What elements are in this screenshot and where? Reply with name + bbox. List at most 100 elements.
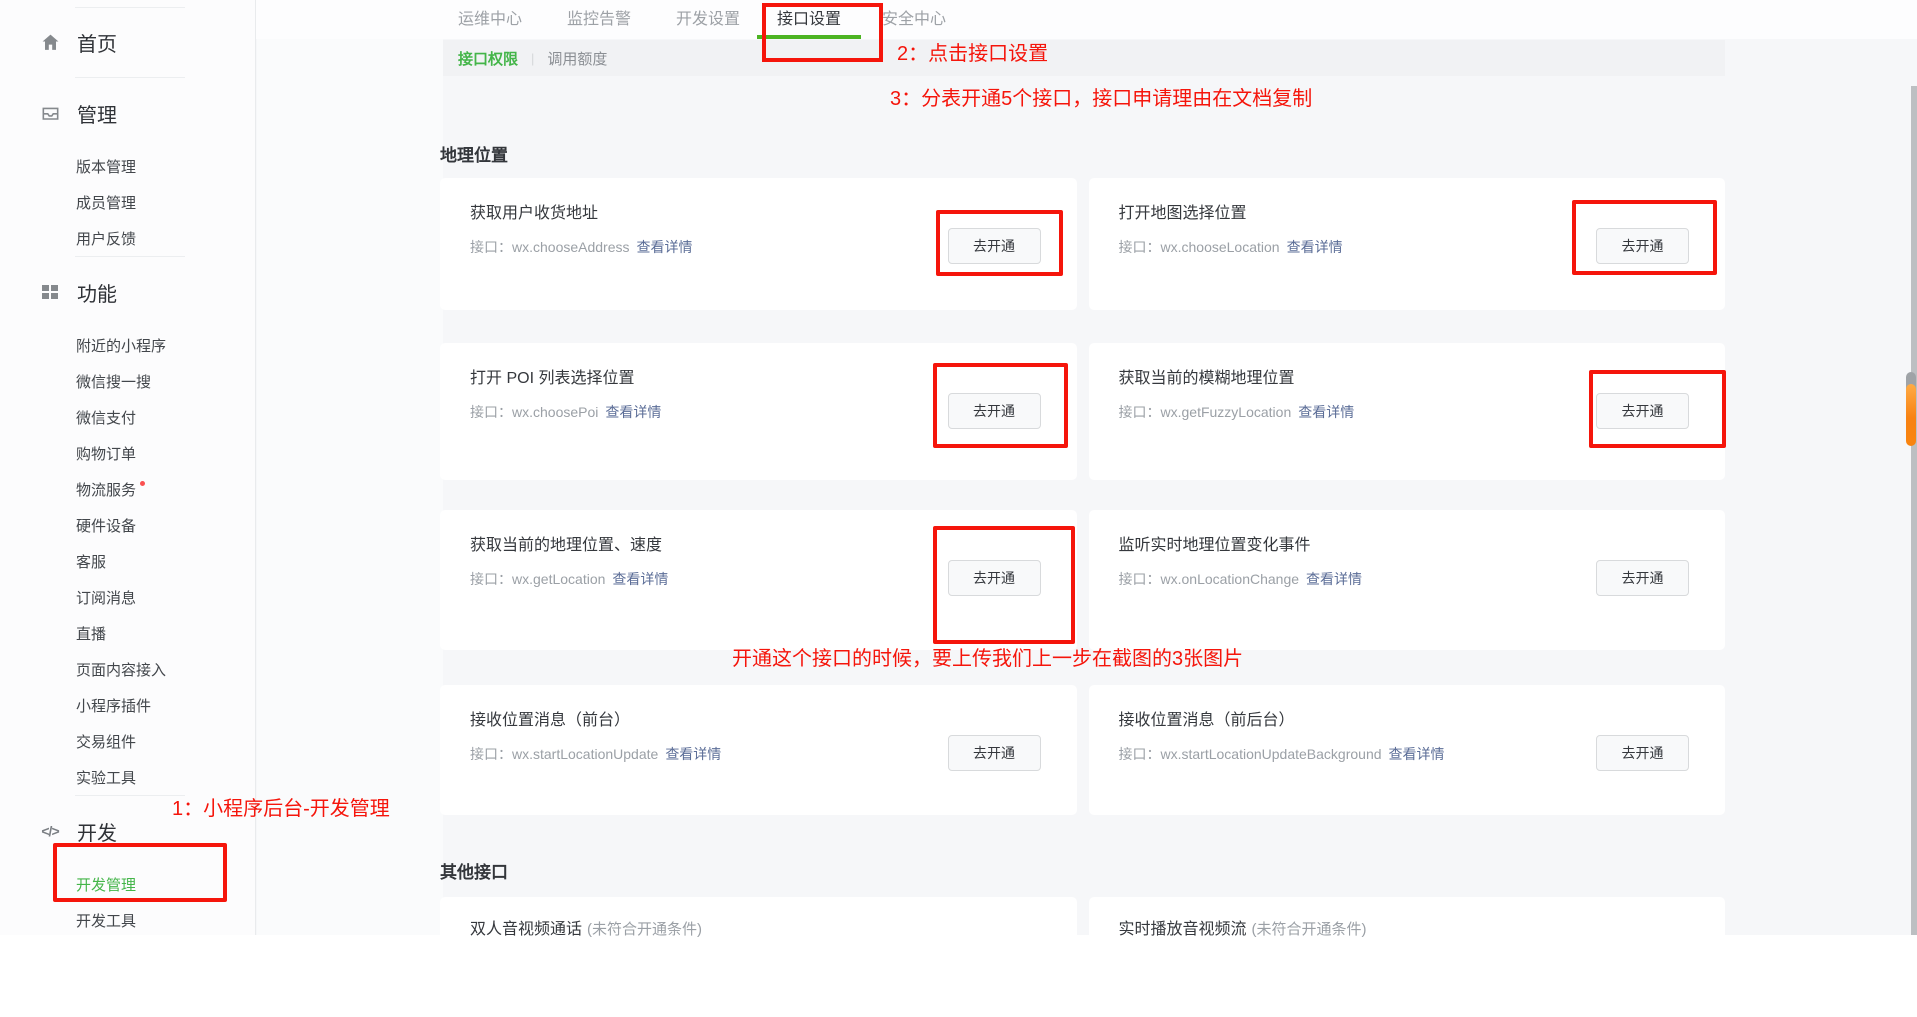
view-details-link[interactable]: 查看详情 bbox=[1306, 571, 1362, 587]
tab-api-settings[interactable]: 接口设置 bbox=[777, 0, 841, 39]
sidebar-item-label: 小程序插件 bbox=[76, 695, 151, 716]
sidebar-item-logistics[interactable]: 物流服务 bbox=[0, 471, 255, 507]
api-card-title: 获取当前的地理位置、速度 bbox=[470, 531, 662, 555]
sidebar-item-label: 实验工具 bbox=[76, 767, 136, 788]
api-card-on-location-change: 监听实时地理位置变化事件 接口：wx.onLocationChange查看详情 … bbox=[1089, 510, 1726, 650]
tab-security-center[interactable]: 安全中心 bbox=[882, 0, 946, 39]
api-name: wx.choosePoi bbox=[512, 404, 598, 420]
activate-api-button[interactable]: 去开通 bbox=[948, 228, 1041, 264]
api-card-voip-call: 双人音视频通话 (未符合开通条件) bbox=[440, 897, 1077, 1017]
annotation-step1: 1：小程序后台-开发管理 bbox=[172, 798, 390, 820]
api-card-subtitle: 接口：wx.startLocationUpdate 查看详情 bbox=[470, 744, 721, 764]
sidebar-item-experiment-tools[interactable]: 实验工具 bbox=[0, 759, 255, 795]
api-card-title: 打开地图选择位置 bbox=[1119, 199, 1247, 223]
api-name: wx.onLocationChange bbox=[1161, 571, 1300, 587]
sidebar-item-hardware[interactable]: 硬件设备 bbox=[0, 507, 255, 543]
sidebar-item-live[interactable]: 直播 bbox=[0, 615, 255, 651]
annotation-step2: 2：点击接口设置 bbox=[897, 43, 1048, 65]
sidebar-home-label: 首页 bbox=[77, 28, 117, 57]
view-details-link[interactable]: 查看详情 bbox=[612, 571, 668, 587]
api-prefix: 接口： bbox=[1119, 404, 1161, 420]
api-card-title: 接收位置消息（前台） bbox=[470, 706, 630, 730]
api-card-choose-poi: 打开 POI 列表选择位置 接口：wx.choosePoi查看详情 去开通 bbox=[440, 343, 1077, 480]
sidebar-section-label: 管理 bbox=[77, 99, 117, 128]
api-card-start-location-update-background: 接收位置消息（前后台） 接口：wx.startLocationUpdateBac… bbox=[1089, 685, 1726, 815]
sidebar-item-member-manage[interactable]: 成员管理 bbox=[0, 184, 255, 220]
annotation-step3: 3：分表开通5个接口，接口申请理由在文档复制 bbox=[890, 88, 1312, 110]
api-prefix: 接口： bbox=[470, 571, 512, 587]
api-prefix: 接口： bbox=[470, 239, 512, 255]
inbox-icon bbox=[40, 103, 60, 123]
code-icon: </> bbox=[40, 821, 60, 841]
sidebar-item-plugin[interactable]: 小程序插件 bbox=[0, 687, 255, 723]
api-card-title: 获取当前的模糊地理位置 bbox=[1119, 364, 1295, 388]
activate-api-button[interactable]: 去开通 bbox=[1596, 560, 1689, 596]
grid-icon bbox=[40, 282, 60, 302]
api-card-title-text: 双人音视频通话 bbox=[470, 921, 582, 938]
activate-api-button[interactable]: 去开通 bbox=[948, 560, 1041, 596]
view-details-link[interactable]: 查看详情 bbox=[605, 404, 661, 420]
sidebar-item-label: 硬件设备 bbox=[76, 515, 136, 536]
sidebar-item-label: 交易组件 bbox=[76, 731, 136, 752]
api-prefix: 接口： bbox=[1119, 571, 1161, 587]
api-card-status: (未符合开通条件) bbox=[587, 921, 702, 938]
sidebar-item-label: 附近的小程序 bbox=[76, 335, 166, 356]
sidebar-item-label: 直播 bbox=[76, 623, 106, 644]
sidebar-item-develop-manage[interactable]: 开发管理 bbox=[0, 866, 255, 902]
api-card-title: 打开 POI 列表选择位置 bbox=[470, 364, 634, 388]
view-details-link[interactable]: 查看详情 bbox=[1287, 239, 1343, 255]
tab-ops-center[interactable]: 运维中心 bbox=[458, 0, 522, 39]
scrollbar-track[interactable] bbox=[1911, 86, 1917, 935]
view-details-link[interactable]: 查看详情 bbox=[665, 746, 721, 762]
view-details-link[interactable]: 查看详情 bbox=[637, 239, 693, 255]
api-card-title: 接收位置消息（前后台） bbox=[1119, 706, 1295, 730]
api-card-choose-address: 获取用户收货地址 接口：wx.chooseAddress查看详情 去开通 bbox=[440, 178, 1077, 310]
activate-api-button[interactable]: 去开通 bbox=[1596, 393, 1689, 429]
annotation-upload-note: 开通这个接口的时候，要上传我们上一步在截图的3张图片 bbox=[732, 648, 1243, 670]
tab-monitor-alert[interactable]: 监控告警 bbox=[567, 0, 631, 39]
api-card-subtitle: 接口：wx.choosePoi查看详情 bbox=[470, 402, 661, 422]
subtab-separator: | bbox=[531, 51, 534, 66]
sidebar-item-version-manage[interactable]: 版本管理 bbox=[0, 148, 255, 184]
api-name: wx.startLocationUpdate bbox=[512, 746, 658, 762]
api-card-subtitle: 接口：wx.getFuzzyLocation查看详情 bbox=[1119, 402, 1355, 422]
sidebar-item-subscribe-message[interactable]: 订阅消息 bbox=[0, 579, 255, 615]
activate-api-button[interactable]: 去开通 bbox=[1596, 228, 1689, 264]
sidebar-item-label: 购物订单 bbox=[76, 443, 136, 464]
scrollbar-thumb[interactable] bbox=[1906, 384, 1916, 446]
sidebar-item-label: 页面内容接入 bbox=[76, 659, 166, 680]
sidebar-item-label: 客服 bbox=[76, 551, 106, 572]
subtab-api-permission[interactable]: 接口权限 bbox=[458, 48, 518, 69]
view-details-link[interactable]: 查看详情 bbox=[1298, 404, 1354, 420]
sidebar-item-home[interactable]: 首页 bbox=[0, 8, 255, 77]
api-card-get-fuzzy-location: 获取当前的模糊地理位置 接口：wx.getFuzzyLocation查看详情 去… bbox=[1089, 343, 1726, 480]
sidebar-item-label: 版本管理 bbox=[76, 156, 136, 177]
sidebar-item-customer-service[interactable]: 客服 bbox=[0, 543, 255, 579]
sidebar-item-user-feedback[interactable]: 用户反馈 bbox=[0, 220, 255, 256]
sidebar-item-page-content[interactable]: 页面内容接入 bbox=[0, 651, 255, 687]
sidebar-item-label: 成员管理 bbox=[76, 192, 136, 213]
api-name: wx.chooseAddress bbox=[512, 239, 630, 255]
tab-develop-settings[interactable]: 开发设置 bbox=[676, 0, 740, 39]
sidebar-item-shopping-orders[interactable]: 购物订单 bbox=[0, 435, 255, 471]
activate-api-button[interactable]: 去开通 bbox=[948, 393, 1041, 429]
sidebar-item-label: 微信搜一搜 bbox=[76, 371, 151, 392]
subtab-bar: 接口权限 | 调用额度 bbox=[443, 40, 1725, 76]
api-card-title-text: 实时播放音视频流 bbox=[1119, 921, 1247, 938]
subtab-call-quota[interactable]: 调用额度 bbox=[547, 48, 607, 69]
sidebar-section-manage: 管理 bbox=[0, 78, 255, 148]
sidebar-item-develop-tools[interactable]: 开发工具 bbox=[0, 902, 255, 938]
sidebar-item-wechat-pay[interactable]: 微信支付 bbox=[0, 399, 255, 435]
api-card-status: (未符合开通条件) bbox=[1252, 921, 1367, 938]
sidebar-item-wechat-search[interactable]: 微信搜一搜 bbox=[0, 363, 255, 399]
sidebar-item-trade-component[interactable]: 交易组件 bbox=[0, 723, 255, 759]
api-prefix: 接口： bbox=[470, 746, 512, 762]
home-icon bbox=[40, 33, 60, 53]
sidebar: 首页 管理 版本管理 成员管理 用户反馈 功能 附近的小程序 微信搜一搜 微信支… bbox=[0, 0, 256, 935]
sidebar-item-nearby-miniprogram[interactable]: 附近的小程序 bbox=[0, 327, 255, 363]
api-card-subtitle: 接口：wx.getLocation查看详情 bbox=[470, 569, 668, 589]
api-card-subtitle: 接口：wx.chooseLocation查看详情 bbox=[1119, 237, 1343, 257]
view-details-link[interactable]: 查看详情 bbox=[1389, 746, 1445, 762]
activate-api-button[interactable]: 去开通 bbox=[948, 735, 1041, 771]
activate-api-button[interactable]: 去开通 bbox=[1596, 735, 1689, 771]
